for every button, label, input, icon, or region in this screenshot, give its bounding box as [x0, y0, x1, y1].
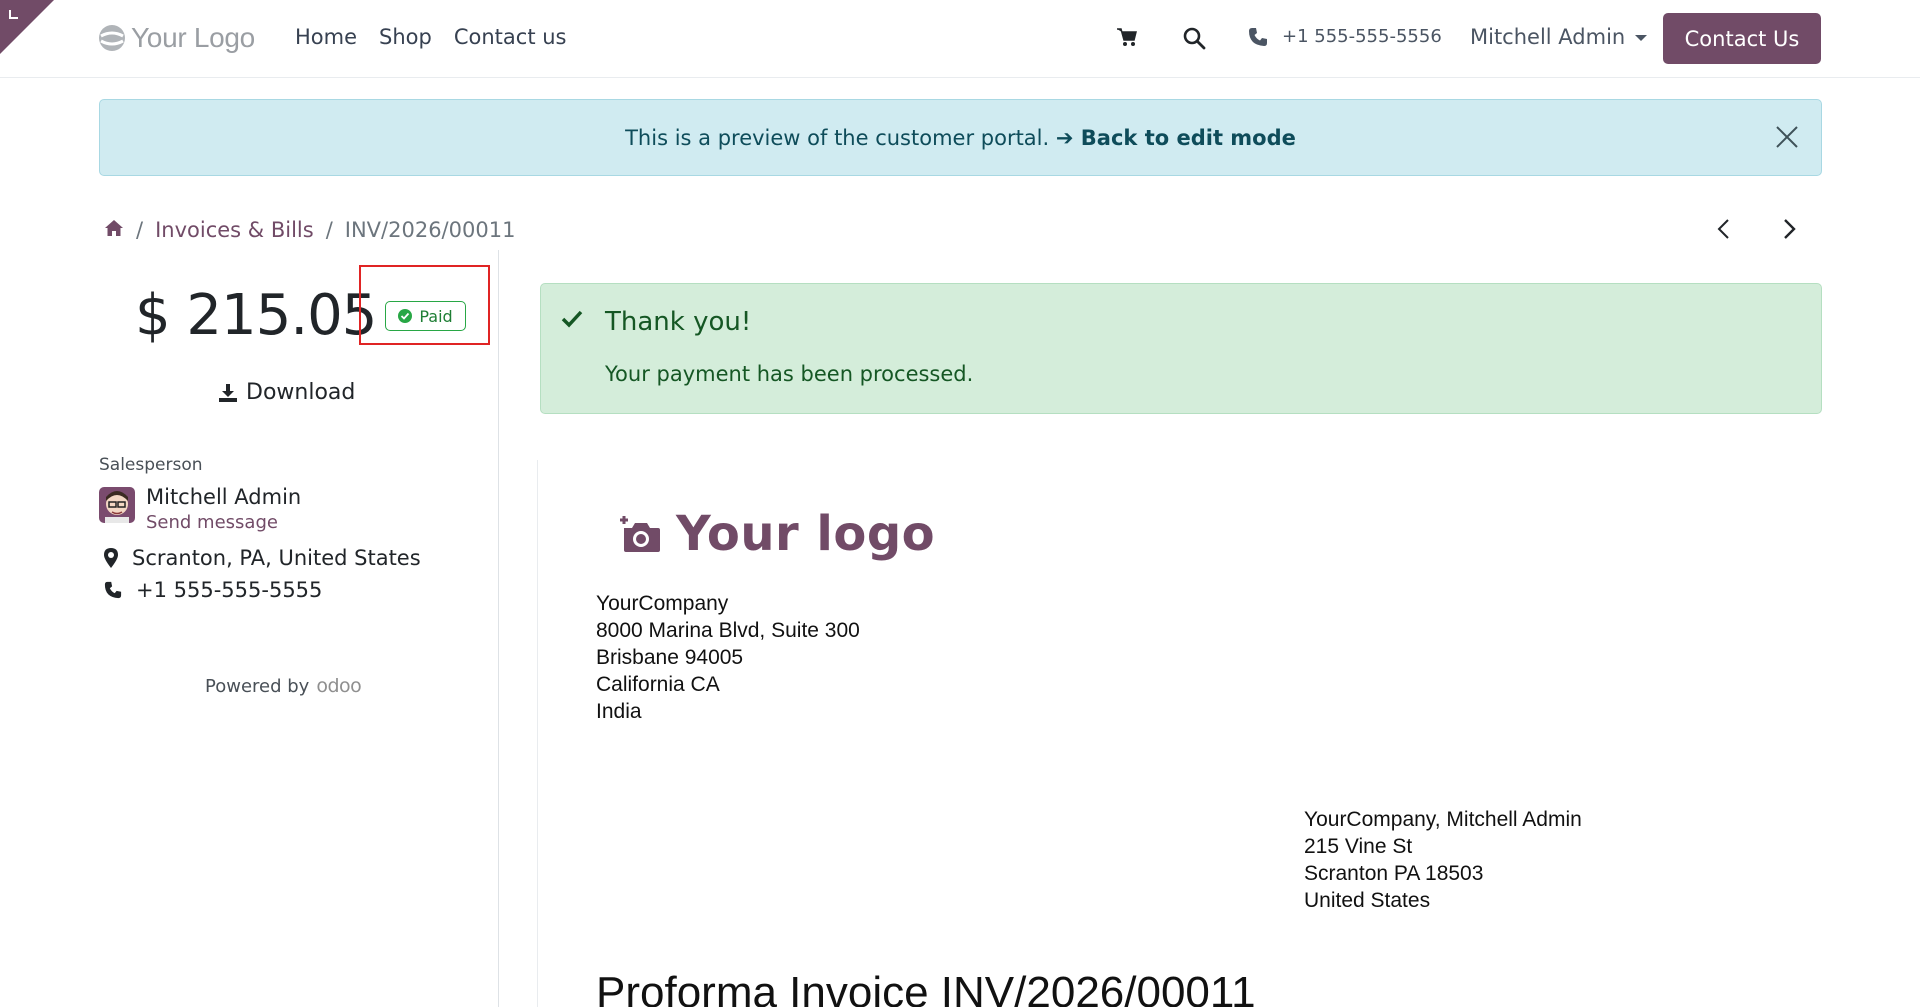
map-marker-icon	[104, 548, 118, 568]
status-label: Paid	[419, 306, 453, 326]
breadcrumb-current: INV/2026/00011	[344, 218, 516, 242]
powered-by-label: Powered by	[205, 676, 310, 697]
location-text: Scranton, PA, United States	[132, 546, 421, 570]
chevron-left-icon[interactable]	[1714, 215, 1734, 247]
user-menu-dropdown[interactable]: Mitchell Admin	[1470, 25, 1648, 49]
sidebar-divider	[498, 250, 499, 1007]
banner-text-wrap: This is a preview of the customer portal…	[100, 126, 1821, 150]
odoo-logo[interactable]: odoo	[316, 675, 361, 697]
header-phone[interactable]: +1 555-555-5556	[1248, 26, 1442, 47]
document-title: Proforma Invoice INV/2026/00011	[596, 968, 1256, 1007]
breadcrumb-invoices-link[interactable]: Invoices & Bills	[155, 218, 314, 242]
nav-contact-us[interactable]: Contact us	[454, 25, 567, 49]
phone-text: +1 555-555-5555	[136, 578, 323, 602]
download-label: Download	[246, 380, 356, 405]
logo-icon	[99, 25, 125, 51]
salesperson-label: Salesperson	[99, 455, 203, 475]
search-icon[interactable]	[1182, 26, 1206, 54]
document-logo: Your logo	[618, 506, 935, 562]
company-address-line: YourCompany	[596, 592, 729, 615]
breadcrumb: / Invoices & Bills / INV/2026/00011	[104, 218, 515, 242]
send-message-link[interactable]: Send message	[146, 512, 278, 533]
phone-icon	[104, 581, 122, 599]
nav-home[interactable]: Home	[295, 25, 357, 49]
alert-message: Your payment has been processed.	[605, 362, 974, 386]
home-icon[interactable]	[104, 218, 124, 242]
chevron-down-icon	[1635, 35, 1648, 41]
alert-title: Thank you!	[605, 307, 752, 337]
company-address-line: California CA	[596, 673, 720, 696]
company-address: YourCompany 8000 Marina Blvd, Suite 300 …	[596, 590, 860, 725]
salesperson-location: Scranton, PA, United States	[104, 546, 421, 570]
company-address-line: India	[596, 700, 642, 723]
camera-plus-icon	[620, 516, 660, 552]
customer-address-line: Scranton PA 18503	[1304, 862, 1484, 885]
site-header: Your Logo Home Shop Contact us +1 555-55…	[0, 0, 1920, 78]
status-badge: Paid	[385, 301, 466, 331]
user-name: Mitchell Admin	[1470, 25, 1626, 49]
download-icon	[219, 383, 237, 402]
company-address-line: Brisbane 94005	[596, 646, 744, 669]
customer-address: YourCompany, Mitchell Admin 215 Vine St …	[1304, 806, 1582, 914]
chevron-right-icon[interactable]	[1779, 215, 1799, 247]
powered-by: Powered by odoo	[205, 675, 362, 697]
invoice-document: Your logo YourCompany 8000 Marina Blvd, …	[537, 460, 1824, 1007]
avatar	[99, 487, 135, 523]
phone-icon	[1249, 27, 1267, 46]
check-circle-icon	[398, 309, 413, 323]
nav-shop[interactable]: Shop	[379, 25, 432, 49]
header-phone-text: +1 555-555-5556	[1282, 26, 1442, 47]
breadcrumb-separator: /	[136, 218, 144, 242]
breadcrumb-separator: /	[325, 218, 333, 242]
contact-us-button[interactable]: Contact Us	[1663, 13, 1821, 64]
salesperson-name: Mitchell Admin	[146, 485, 302, 509]
preview-banner: This is a preview of the customer portal…	[99, 99, 1822, 176]
site-logo[interactable]: Your Logo	[97, 20, 255, 56]
cart-icon[interactable]	[1116, 26, 1138, 52]
banner-message: This is a preview of the customer portal…	[625, 126, 1050, 150]
invoice-amount: $ 215.05	[135, 283, 377, 348]
payment-success-alert: Thank you! Your payment has been process…	[540, 283, 1822, 414]
logo-text: Your Logo	[131, 22, 255, 53]
company-address-line: 8000 Marina Blvd, Suite 300	[596, 619, 860, 642]
check-icon	[561, 310, 583, 332]
customer-address-line: United States	[1304, 889, 1431, 912]
download-button[interactable]: Download	[218, 380, 355, 405]
main-nav: Home Shop Contact us	[295, 25, 566, 49]
document-logo-text: Your logo	[676, 506, 936, 562]
close-icon[interactable]	[1775, 125, 1799, 153]
back-to-edit-link[interactable]: ➔ Back to edit mode	[1056, 126, 1296, 150]
salesperson-phone: +1 555-555-5555	[104, 578, 322, 602]
customer-address-line: YourCompany, Mitchell Admin	[1304, 808, 1582, 831]
customer-address-line: 215 Vine St	[1304, 835, 1413, 858]
